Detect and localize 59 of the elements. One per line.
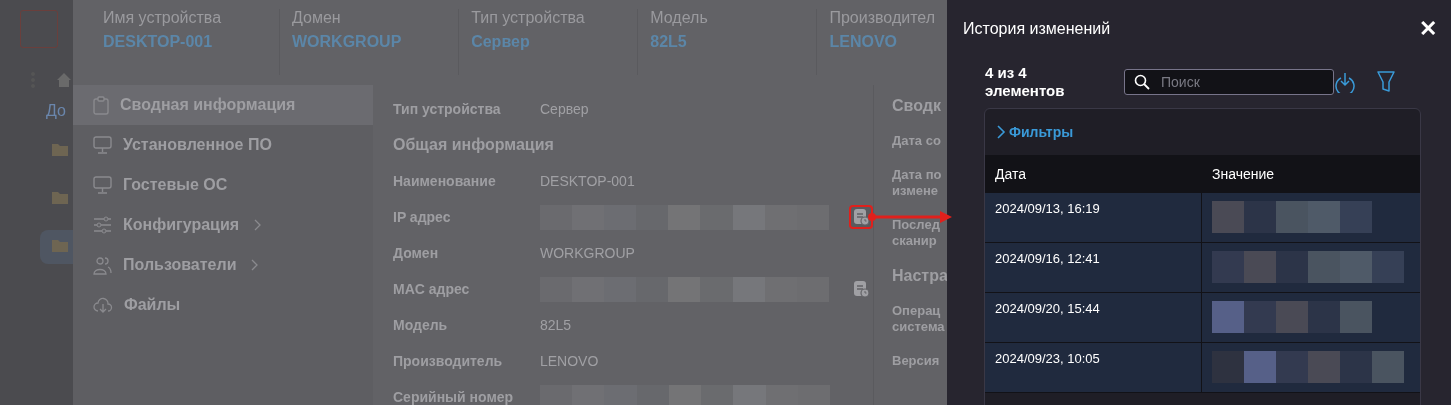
- header-value: WORKGROUP: [292, 33, 403, 51]
- users-icon: [93, 255, 112, 275]
- table-cell: 2024/09/20, 15:44: [985, 293, 1202, 342]
- header-label: Модель: [650, 9, 709, 27]
- clipboard-icon: [93, 95, 109, 115]
- header-label: Тип устройства: [471, 9, 586, 27]
- table-cell: 2024/09/13, 16:19: [985, 193, 1202, 242]
- field-label: Версия: [892, 353, 941, 369]
- item-count: 4 из 4 элементов: [985, 64, 1066, 100]
- monitor-icon: [93, 136, 112, 154]
- field-label: IP адрес: [393, 209, 452, 225]
- history-button[interactable]: [849, 205, 873, 229]
- column-header: Значение: [1211, 166, 1276, 182]
- logo-icon: [20, 10, 58, 48]
- home-icon[interactable]: [56, 72, 72, 88]
- header-value: LENOVO: [829, 33, 898, 51]
- folder-icon: [52, 239, 68, 252]
- header-label: Имя устройства: [103, 9, 223, 27]
- field-label: Тип устройства: [393, 101, 502, 117]
- field-label: Послед сканир: [892, 217, 941, 249]
- field-label: Операц система: [892, 303, 946, 335]
- field-label: Серийный номер: [393, 389, 515, 405]
- table-cell: 2024/09/16, 12:41: [985, 243, 1202, 292]
- drawer-title: История изменений: [963, 20, 1111, 38]
- field-value: DESKTOP-001: [540, 173, 635, 189]
- field-label: MAC адрес: [393, 281, 471, 297]
- close-button[interactable]: ✕: [1419, 16, 1437, 42]
- section-title: Общая информация: [393, 135, 555, 155]
- folder-icon: [52, 143, 68, 156]
- field-value: 82L5: [540, 317, 572, 333]
- field-label: Дата по измене: [892, 167, 943, 199]
- breadcrumb-text[interactable]: До: [46, 102, 73, 120]
- monitor-icon: [93, 176, 112, 194]
- field-label: Модель: [393, 317, 449, 333]
- folder-icon: [52, 191, 68, 204]
- field-value: Сервер: [540, 101, 589, 117]
- section-title: Сводк: [892, 97, 942, 115]
- header-label: Производител: [829, 9, 935, 27]
- field-label: Производитель: [393, 353, 504, 369]
- field-value: WORKGROUP: [540, 245, 635, 261]
- cloud-download-icon: [93, 297, 113, 313]
- field-value: LENOVO: [540, 353, 599, 369]
- field-label: Домен: [393, 245, 440, 261]
- field-label: Дата со: [892, 133, 942, 149]
- search-icon: [1134, 74, 1150, 90]
- header-label: Домен: [292, 9, 342, 27]
- field-label: Наименование: [393, 173, 497, 189]
- filter-icon[interactable]: [1376, 70, 1396, 94]
- filters-toggle[interactable]: Фильтры: [985, 109, 1080, 155]
- section-title: Настра: [892, 267, 947, 285]
- search-field[interactable]: Поиск: [1124, 69, 1334, 95]
- download-icon[interactable]: [1334, 71, 1356, 93]
- chevron-right-icon: [997, 125, 1006, 139]
- table-cell: 2024/09/23, 10:05: [985, 343, 1202, 392]
- column-header: Дата: [994, 166, 1027, 182]
- sliders-icon: [93, 216, 112, 234]
- header-value: 82L5: [650, 33, 688, 51]
- header-value: DESKTOP-001: [103, 33, 214, 51]
- header-value: Сервер: [471, 33, 531, 51]
